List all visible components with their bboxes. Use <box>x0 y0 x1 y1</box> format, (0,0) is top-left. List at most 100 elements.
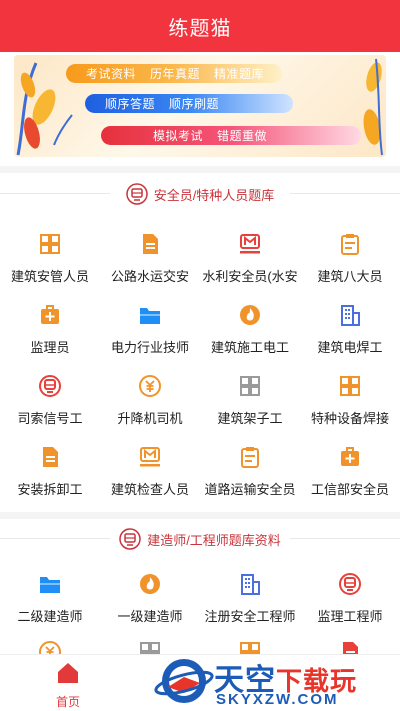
item-label: 一级建造师 <box>117 609 183 624</box>
folder-icon <box>38 572 62 596</box>
question-bank-item[interactable]: 一级建造师 <box>100 572 200 642</box>
item-label: 公路水运交安 <box>110 269 189 284</box>
item-label: 二级建造师 <box>17 609 83 624</box>
banner-text: 考试资料 <box>86 67 137 81</box>
question-bank-item[interactable]: 建筑检查人员 <box>100 445 200 515</box>
question-bank-item[interactable]: 司索信号工 <box>0 374 100 444</box>
question-bank-item[interactable]: 电力行业技师 <box>100 303 200 373</box>
banner-pill-materials: 考试资料 历年真题 精准题库 <box>66 64 282 83</box>
item-label: 电力行业技师 <box>110 340 189 355</box>
building-icon <box>238 572 262 596</box>
question-bank-item[interactable]: 二级建造师 <box>0 572 100 642</box>
watermark-url: SKYXZW.COM <box>216 691 339 708</box>
header-rule <box>0 538 110 539</box>
engineer-question-bank-grid: 二级建造师 一级建造师 注册安全工程师 监理工程师 <box>0 572 400 654</box>
question-bank-item[interactable]: 水利安全员(水安 <box>200 232 300 302</box>
banner-pill-practice: 顺序答题 顺序刷题 <box>85 94 293 113</box>
app-screen: 练题猫 考试资料 历年真题 精准题库 顺序答题 顺序刷题 模拟考试 错题重做 安… <box>0 0 400 711</box>
leaf-decoration-right-icon <box>363 58 383 156</box>
banner-text: 精准题库 <box>214 67 265 81</box>
tab-home-label: 首页 <box>55 695 80 709</box>
question-bank-item[interactable]: 建筑施工电工 <box>200 303 300 373</box>
m-badge-icon <box>238 232 262 256</box>
document-icon <box>38 445 62 469</box>
section-divider <box>0 512 400 519</box>
building-icon <box>338 303 362 327</box>
item-label: 特种设备焊接 <box>310 411 389 426</box>
header-rule <box>290 193 400 194</box>
coin-icon <box>138 374 162 398</box>
question-bank-item[interactable]: 道路运输安全员 <box>200 445 300 515</box>
tab-home[interactable]: 首页 <box>40 661 96 710</box>
safety-question-bank-grid: 建筑安管人员 公路水运交安 水利安全员(水安 建筑八大员监理员 电力行业技师 建筑施工电工… <box>0 232 400 522</box>
grid-icon <box>38 232 62 256</box>
question-bank-item[interactable]: 建筑安管人员 <box>0 232 100 302</box>
train-icon <box>338 572 362 596</box>
question-bank-item[interactable]: 特种设备焊接 <box>300 374 400 444</box>
section-title-wrap: 安全员/特种人员题库 <box>119 183 281 205</box>
clipboard-icon <box>238 445 262 469</box>
medical-kit-icon <box>338 445 362 469</box>
promo-banner[interactable]: 考试资料 历年真题 精准题库 顺序答题 顺序刷题 模拟考试 错题重做 <box>14 55 386 157</box>
home-icon <box>58 663 78 683</box>
train-icon <box>119 528 141 550</box>
question-bank-item[interactable]: 公路水运交安 <box>100 232 200 302</box>
question-bank-item[interactable]: 注册安全工程师 <box>200 572 300 642</box>
banner-text: 错题重做 <box>217 129 268 143</box>
banner-text: 顺序刷题 <box>169 97 220 111</box>
section-title: 建造师/工程师题库资料 <box>147 532 281 548</box>
section-title-wrap: 建造师/工程师题库资料 <box>113 528 287 550</box>
question-bank-item[interactable]: 建筑架子工 <box>200 374 300 444</box>
m-badge-icon <box>138 445 162 469</box>
app-title: 练题猫 <box>168 17 232 40</box>
section-divider <box>0 166 400 173</box>
flame-icon <box>238 303 262 327</box>
question-bank-item[interactable]: 监理员 <box>0 303 100 373</box>
item-label: 建筑检查人员 <box>110 482 189 497</box>
question-bank-item[interactable] <box>0 640 100 654</box>
item-label: 建筑施工电工 <box>210 340 289 355</box>
banner-text: 模拟考试 <box>153 129 204 143</box>
item-label: 工信部安全员 <box>310 482 389 497</box>
question-bank-item[interactable]: 建筑八大员 <box>300 232 400 302</box>
banner-pill-exam: 模拟考试 错题重做 <box>101 126 361 145</box>
item-label: 监理员 <box>30 340 70 355</box>
item-label: 监理工程师 <box>317 609 383 624</box>
item-label: 建筑八大员 <box>317 269 383 284</box>
item-label: 升降机司机 <box>117 411 183 426</box>
document-icon <box>138 232 162 256</box>
title-bar: 练题猫 <box>0 0 400 52</box>
leaf-decoration-left-icon <box>16 62 73 156</box>
clipboard-icon <box>338 232 362 256</box>
flame-icon <box>138 572 162 596</box>
section-header-safety: 安全员/特种人员题库 <box>0 180 400 208</box>
header-rule <box>0 193 110 194</box>
grid-icon <box>238 374 262 398</box>
medical-kit-icon <box>38 303 62 327</box>
question-bank-item[interactable]: 安装拆卸工 <box>0 445 100 515</box>
item-label: 道路运输安全员 <box>204 482 296 497</box>
banner-text: 历年真题 <box>150 67 201 81</box>
item-label: 水利安全员(水安 <box>202 269 298 284</box>
item-label: 建筑安管人员 <box>10 269 89 284</box>
train-icon <box>125 183 148 205</box>
question-bank-item[interactable]: 监理工程师 <box>300 572 400 642</box>
coin-icon <box>38 640 62 654</box>
planet-logo-icon <box>154 659 214 703</box>
grid-icon <box>338 374 362 398</box>
train-icon <box>38 374 62 398</box>
header-rule <box>290 538 400 539</box>
item-label: 司索信号工 <box>17 411 83 426</box>
item-label: 注册安全工程师 <box>204 609 296 624</box>
banner-text: 顺序答题 <box>105 97 156 111</box>
item-label: 安装拆卸工 <box>17 482 83 497</box>
watermark-logo: 天空下载玩 SKYXZW.COM <box>154 651 400 711</box>
section-header-engineer: 建造师/工程师题库资料 <box>0 525 400 553</box>
question-bank-item[interactable]: 升降机司机 <box>100 374 200 444</box>
question-bank-item[interactable]: 建筑电焊工 <box>300 303 400 373</box>
folder-icon <box>138 303 162 327</box>
item-label: 建筑电焊工 <box>317 340 383 355</box>
item-label: 建筑架子工 <box>217 411 283 426</box>
question-bank-item[interactable]: 工信部安全员 <box>300 445 400 515</box>
section-title: 安全员/特种人员题库 <box>153 187 275 203</box>
